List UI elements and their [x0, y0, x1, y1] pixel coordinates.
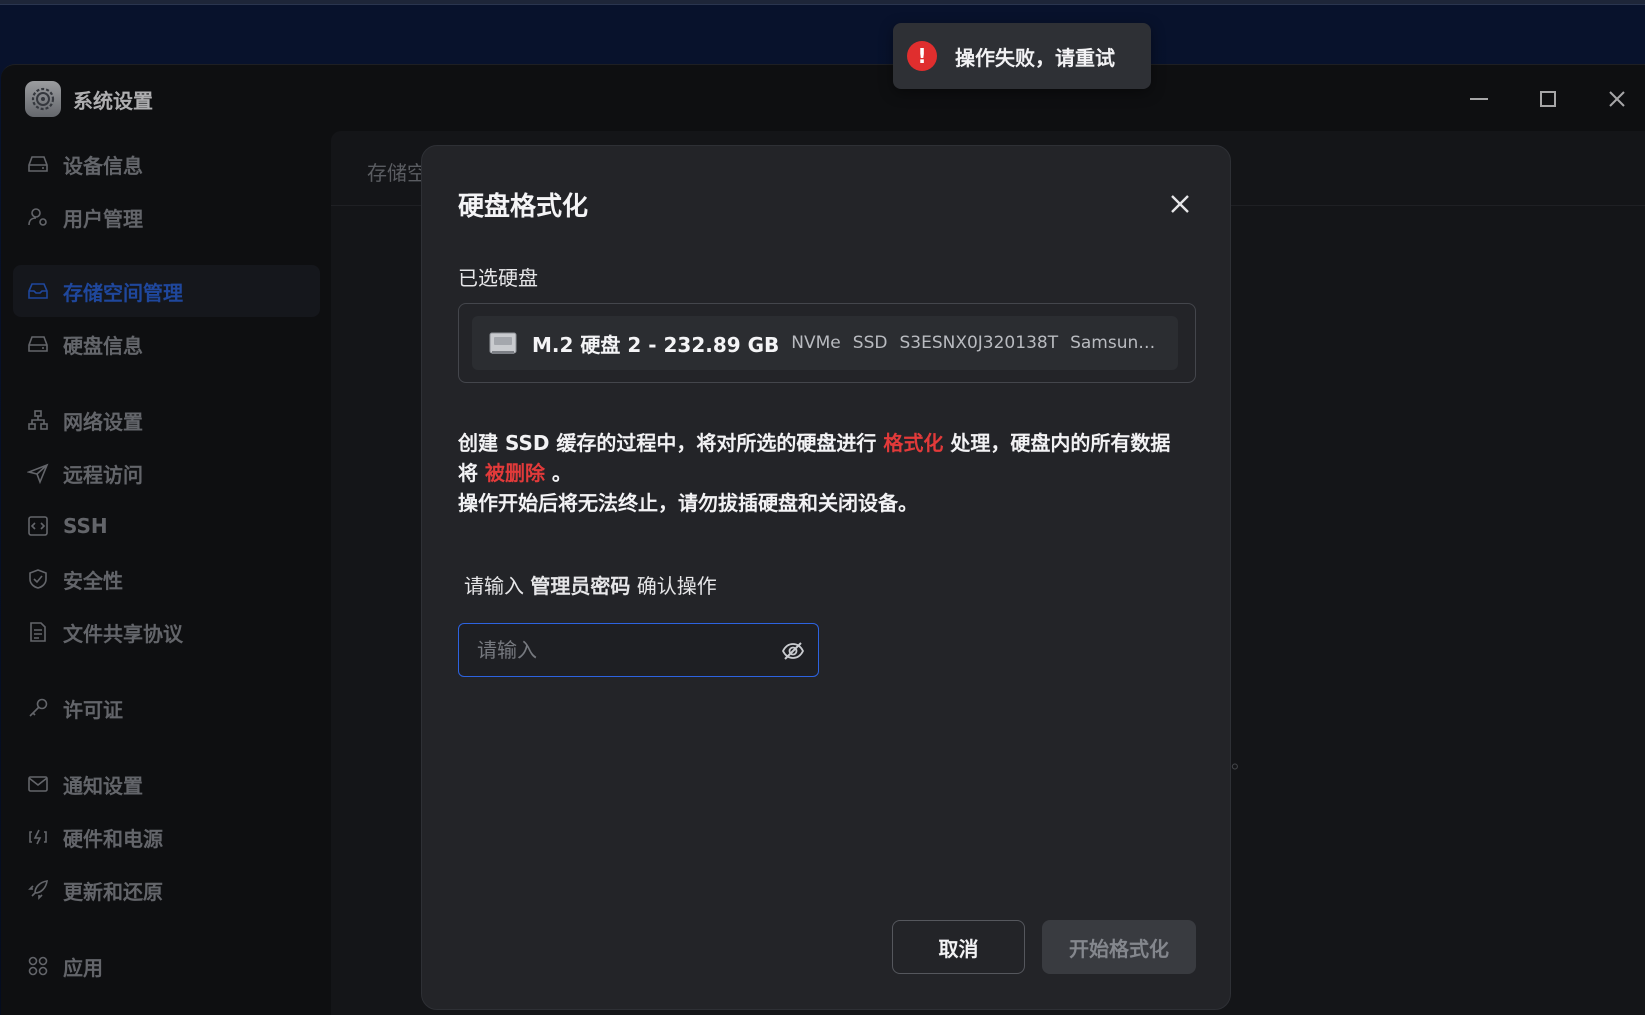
- selected-disk-item: M.2 硬盘 2 - 232.89 GB NVMe SSD S3ESNX0J32…: [472, 316, 1178, 370]
- warning-highlight-delete: 被删除: [484, 461, 545, 485]
- selected-disk-label: 已选硬盘: [458, 266, 538, 290]
- eye-off-icon: [781, 642, 805, 660]
- password-label-bold: 管理员密码: [530, 574, 631, 598]
- ssd-icon: [489, 332, 517, 354]
- selected-disk-box: M.2 硬盘 2 - 232.89 GB NVMe SSD S3ESNX0J32…: [458, 303, 1196, 383]
- warning-text: 。: [544, 461, 572, 485]
- error-icon: !: [907, 41, 937, 71]
- password-field: [458, 623, 819, 677]
- disk-serial: S3ESNX0J320138T: [899, 333, 1059, 353]
- password-label-post: 确认操作: [630, 574, 717, 598]
- dialog-title: 硬盘格式化: [458, 192, 589, 222]
- start-format-button[interactable]: 开始格式化: [1042, 920, 1196, 974]
- warning-line-2: 操作开始后将无法终止，请勿拔插硬盘和关闭设备。: [458, 491, 918, 515]
- dialog-close-button[interactable]: [1162, 186, 1198, 222]
- disk-name: M.2 硬盘 2 - 232.89 GB: [532, 332, 780, 357]
- format-warning: 创建 SSD 缓存的过程中，将对所选的硬盘进行 格式化 处理，硬盘内的所有数据将…: [458, 428, 1178, 518]
- disk-interface: NVMe: [791, 333, 841, 353]
- password-input[interactable]: [459, 624, 769, 675]
- error-toast: ! 操作失败，请重试: [893, 23, 1151, 89]
- warning-text: 创建 SSD 缓存的过程中，将对所选的硬盘进行: [458, 431, 884, 455]
- warning-highlight-format: 格式化: [883, 431, 944, 455]
- toggle-password-visibility-button[interactable]: [779, 637, 807, 665]
- disk-type: SSD: [852, 333, 888, 353]
- toast-message: 操作失败，请重试: [955, 45, 1115, 70]
- disk-vendor: Samsung S...: [1070, 333, 1166, 353]
- close-icon: [1171, 195, 1189, 213]
- cancel-button[interactable]: 取消: [892, 920, 1025, 974]
- password-label: 请输入 管理员密码 确认操作: [464, 570, 717, 599]
- password-label-pre: 请输入: [464, 574, 531, 598]
- format-disk-dialog: 硬盘格式化 已选硬盘 M.2 硬盘 2 - 232.89 GB NVMe SSD…: [421, 145, 1231, 1010]
